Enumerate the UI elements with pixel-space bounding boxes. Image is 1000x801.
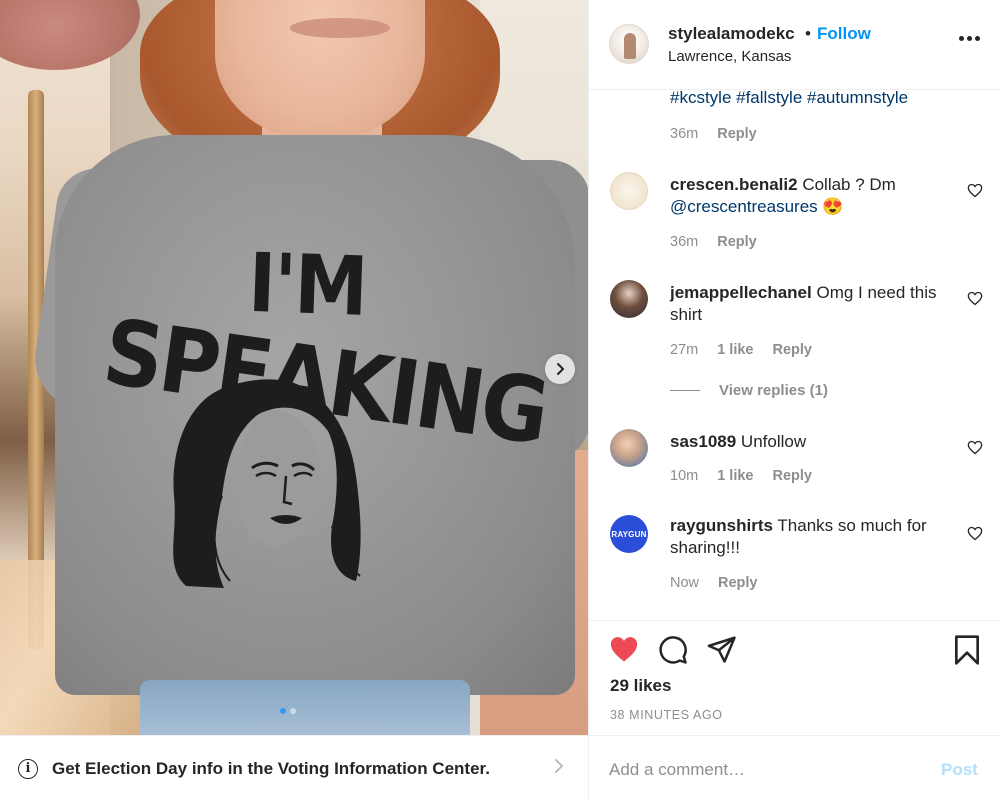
carousel-dots <box>280 708 296 714</box>
info-icon: i <box>18 758 38 779</box>
share-icon[interactable] <box>707 635 737 663</box>
carousel-dot <box>280 708 286 714</box>
view-replies-button[interactable]: View replies (1) <box>670 382 828 399</box>
shirt-portrait-illustration <box>173 379 361 588</box>
raygun-logo-text: RAYGUN <box>611 529 647 539</box>
carousel-dot <box>290 708 296 714</box>
comment-like-icon[interactable] <box>967 183 983 198</box>
lips <box>290 18 390 38</box>
more-options-icon[interactable] <box>959 36 980 41</box>
reply-button[interactable]: Reply <box>718 575 758 591</box>
shirt-print-line1: I'M <box>246 236 368 335</box>
header-separator: • <box>805 24 811 43</box>
voting-banner-text: Get Election Day info in the Voting Info… <box>52 758 490 778</box>
comment-time: 27m <box>670 342 699 358</box>
post-photo[interactable]: I'M SPEAKING <box>0 0 588 735</box>
avatar[interactable] <box>610 280 648 318</box>
comment-text: crescen.benali2 Collab ? Dm @crescentrea… <box>670 174 960 218</box>
post-side-panel: stylealamodekc • Follow Lawrence, Kansas… <box>588 0 1000 801</box>
hat-on-wall <box>0 0 140 70</box>
comment-mention[interactable]: @crescentreasures <box>670 197 818 216</box>
caption-hashtags[interactable]: #kcstyle #fallstyle #autumnstyle <box>670 90 908 108</box>
post-location[interactable]: Lawrence, Kansas <box>668 48 791 65</box>
chevron-right-icon <box>555 759 563 773</box>
post-timestamp: 38 MINUTES AGO <box>610 708 723 722</box>
comment-text: raygunshirts Thanks so much for sharing!… <box>670 515 960 559</box>
comment-input[interactable] <box>609 756 909 784</box>
avatar[interactable] <box>609 24 649 64</box>
heart-eyes-emoji: 😍 <box>822 197 844 216</box>
avatar[interactable] <box>610 172 648 210</box>
comment-body: Collab ? Dm <box>802 175 896 194</box>
post-button[interactable]: Post <box>941 760 978 780</box>
comment-likes[interactable]: 1 like <box>717 342 753 358</box>
caption-time: 36m <box>670 126 699 142</box>
comment-meta: Now Reply <box>670 575 758 591</box>
comment-like-icon[interactable] <box>967 291 983 306</box>
comment-username[interactable]: sas1089 <box>670 432 736 451</box>
comment-time: 10m <box>670 468 699 484</box>
carousel-next-button[interactable] <box>545 354 575 384</box>
chevron-right-icon <box>557 363 564 375</box>
bookmark-icon[interactable] <box>953 634 981 666</box>
comment-meta: 36m Reply <box>670 234 757 250</box>
comments-list[interactable]: #kcstyle #fallstyle #autumnstyle 36m Rep… <box>589 90 1000 620</box>
likes-count[interactable]: 29 likes <box>610 676 671 696</box>
post-header: stylealamodekc • Follow Lawrence, Kansas <box>589 0 1000 90</box>
reply-button[interactable]: Reply <box>773 342 813 358</box>
comment-username[interactable]: raygunshirts <box>670 516 773 535</box>
reply-button[interactable]: Reply <box>717 234 757 250</box>
comment-icon[interactable] <box>658 635 688 665</box>
comment-text: jemappellechanel Omg I need this shirt <box>670 282 960 326</box>
comment-like-icon[interactable] <box>967 440 983 455</box>
add-comment-bar: Post <box>589 735 1000 801</box>
jeans <box>140 680 470 735</box>
comment-body: Unfollow <box>740 432 807 451</box>
comment-meta: 10m 1 like Reply <box>670 468 812 484</box>
comment-time: Now <box>670 575 700 591</box>
reply-button[interactable]: Reply <box>717 126 757 142</box>
replies-divider <box>670 390 700 391</box>
comment-meta: 27m 1 like Reply <box>670 342 812 358</box>
reply-button[interactable]: Reply <box>773 468 813 484</box>
comment-time: 36m <box>670 234 699 250</box>
post-actions: 29 likes 38 MINUTES AGO <box>589 620 1000 735</box>
caption-meta: 36m Reply <box>670 126 757 142</box>
comment-like-icon[interactable] <box>967 526 983 541</box>
author-username[interactable]: stylealamodekc <box>668 24 795 44</box>
heart-icon[interactable] <box>609 635 639 663</box>
follow-button[interactable]: Follow <box>817 24 871 44</box>
comment-text: sas1089 Unfollow <box>670 431 960 453</box>
comment-username[interactable]: jemappellechanel <box>670 283 812 302</box>
voting-info-banner[interactable]: i Get Election Day info in the Voting In… <box>0 735 588 801</box>
comment-username[interactable]: crescen.benali2 <box>670 175 798 194</box>
view-replies-label: View replies (1) <box>719 382 828 399</box>
avatar[interactable]: RAYGUN <box>610 515 648 553</box>
avatar[interactable] <box>610 429 648 467</box>
comment-likes[interactable]: 1 like <box>717 468 753 484</box>
